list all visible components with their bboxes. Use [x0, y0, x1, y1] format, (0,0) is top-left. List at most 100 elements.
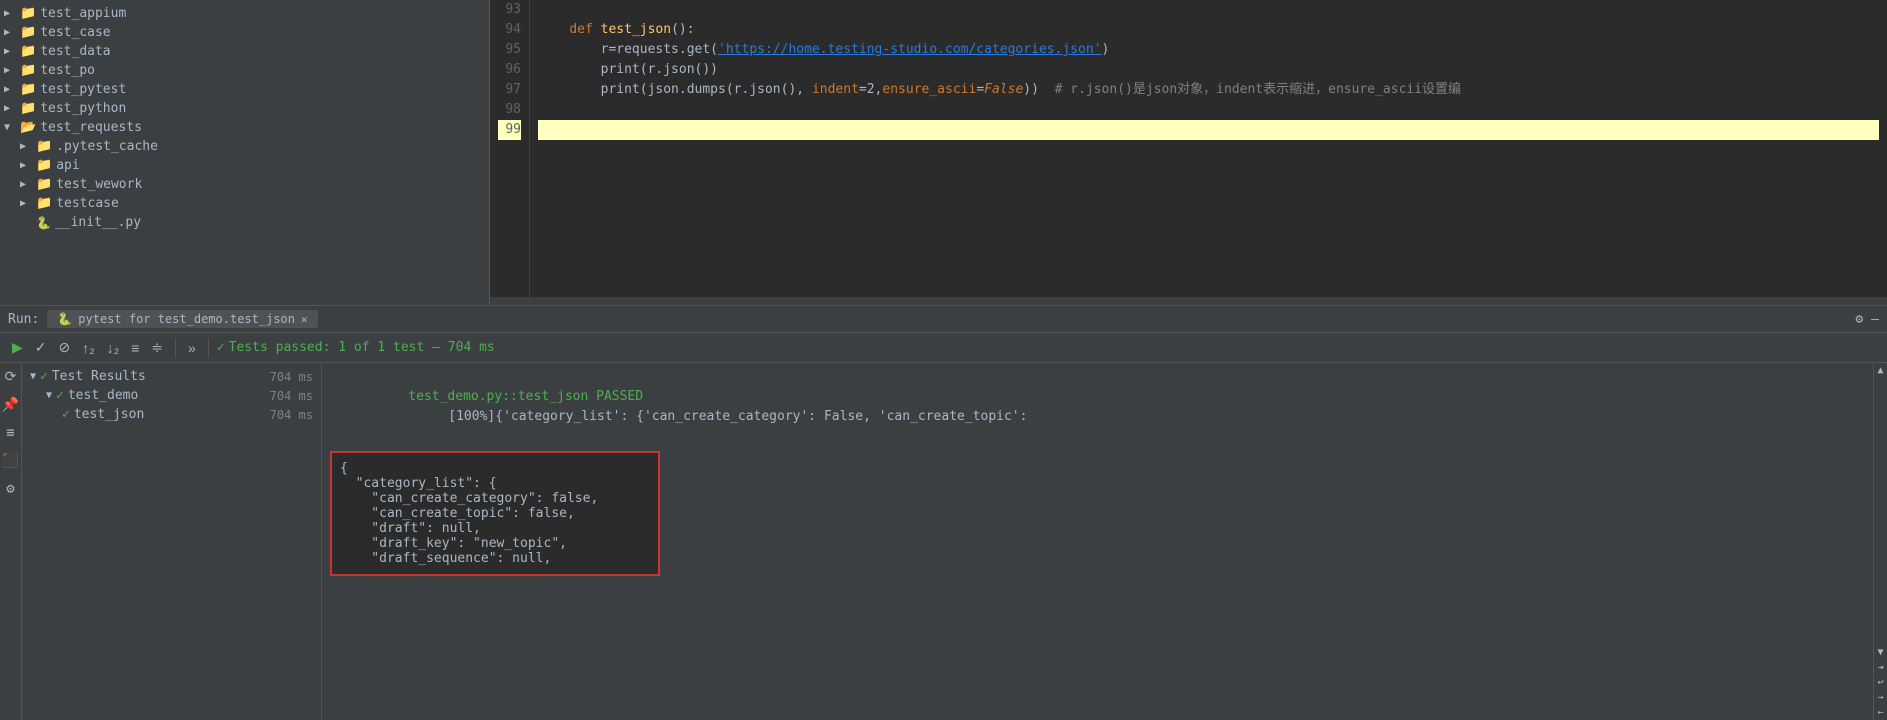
- sidebar-item-test-pytest[interactable]: ▶ 📁 test_pytest: [0, 80, 489, 99]
- filter2-icon: ≑: [151, 339, 163, 356]
- code-content[interactable]: def test_json(): r=requests.get('https:/…: [530, 0, 1887, 297]
- sidebar-item-label: test_wework: [56, 177, 142, 192]
- pytest-tab-icon: 🐍: [57, 312, 72, 326]
- output-area[interactable]: test_demo.py::test_json PASSED [100%]{'c…: [322, 363, 1873, 720]
- line-numbers: 93 94 95 96 97 98 99: [490, 0, 530, 297]
- expand-icon: ▼: [46, 390, 52, 401]
- folder-icon: 📁: [36, 158, 52, 173]
- url-link[interactable]: 'https://home.testing-studio.com/categor…: [718, 42, 1102, 57]
- expand-arrow: ▶: [4, 46, 20, 57]
- sort-asc-button[interactable]: ↑₂: [78, 338, 98, 358]
- scroll-left-button[interactable]: ↩: [1875, 675, 1885, 690]
- sidebar-item-api[interactable]: ▶ 📁 api: [0, 156, 489, 175]
- more-icon: »: [188, 340, 196, 356]
- sidebar-item-test-wework[interactable]: ▶ 📁 test_wework: [0, 175, 489, 194]
- sidebar-item-testcase[interactable]: ▶ 📁 testcase: [0, 194, 489, 213]
- run-tab[interactable]: 🐍 pytest for test_demo.test_json ✕: [47, 310, 317, 328]
- settings-icon[interactable]: ⚙: [4, 479, 16, 499]
- sidebar-item-test-po[interactable]: ▶ 📁 test_po: [0, 61, 489, 80]
- json-preview: [100%]{'category_list': {'can_create_cat…: [448, 409, 1027, 424]
- sidebar-item-label: test_po: [40, 63, 95, 78]
- code-line-97: print(json.dumps(r.json(), indent=2,ensu…: [538, 80, 1879, 100]
- result-root-time: 704 ms: [270, 370, 313, 384]
- sidebar-item-label: __init__.py: [55, 215, 141, 230]
- run-header: Run: 🐍 pytest for test_demo.test_json ✕ …: [0, 306, 1887, 333]
- expand-arrow: ▶: [20, 198, 36, 209]
- play-button[interactable]: ▶: [8, 337, 27, 358]
- result-test-demo[interactable]: ▼ ✓ test_demo 704 ms: [22, 386, 321, 405]
- scroll-up-button[interactable]: ▲: [1875, 363, 1885, 378]
- scroll-right-button[interactable]: ⇥: [1875, 660, 1885, 675]
- top-section: ▶ 📁 test_appium ▶ 📁 test_case ▶ 📁 test_d…: [0, 0, 1887, 305]
- filter-icon2[interactable]: ≡: [4, 423, 16, 443]
- history-icon[interactable]: ⟳: [3, 367, 19, 387]
- results-tree: ▼ ✓ Test Results 704 ms ▼ ✓ test_demo 70…: [22, 363, 322, 720]
- status-text: ✓ Tests passed: 1 of 1 test – 704 ms: [217, 340, 495, 355]
- sidebar-item-pytest-cache[interactable]: ▶ 📁 .pytest_cache: [0, 137, 489, 156]
- line-num-96: 96: [498, 60, 521, 80]
- sidebar-item-label: test_requests: [40, 120, 142, 135]
- comment: # r.json()是json对象，indent表示缩进，ensure_asci…: [1055, 82, 1461, 97]
- toolbar-separator2: [208, 338, 209, 358]
- filter-button[interactable]: ≡: [127, 338, 143, 358]
- sidebar-item-label: testcase: [56, 196, 119, 211]
- sidebar-item-label: test_pytest: [40, 82, 126, 97]
- sidebar-item-test-case[interactable]: ▶ 📁 test_case: [0, 23, 489, 42]
- stop-button[interactable]: ⊘: [55, 337, 75, 358]
- horizontal-scrollbar[interactable]: [490, 297, 1887, 305]
- folder-icon: 📁: [20, 63, 36, 78]
- code-line-93: [538, 0, 1879, 20]
- minimize-icon[interactable]: —: [1871, 312, 1879, 327]
- result-child2-time: 704 ms: [270, 408, 313, 422]
- scroll-down-button[interactable]: ▼: [1875, 645, 1885, 660]
- sidebar-item-label: test_appium: [40, 6, 126, 21]
- folder-icon: 📁: [20, 25, 36, 40]
- result-root-label: Test Results: [52, 369, 146, 384]
- result-child1-label: test_demo: [68, 388, 138, 403]
- sidebar-item-test-appium[interactable]: ▶ 📁 test_appium: [0, 4, 489, 23]
- code-line-96: print(r.json()): [538, 60, 1879, 80]
- code-editor: 93 94 95 96 97 98 99 def test_json(): r=…: [490, 0, 1887, 297]
- filter-icon: ≡: [131, 340, 139, 356]
- result-test-json[interactable]: ✓ test_json 704 ms: [22, 405, 321, 424]
- sidebar-item-test-data[interactable]: ▶ 📁 test_data: [0, 42, 489, 61]
- result-child1-time: 704 ms: [270, 389, 313, 403]
- sidebar-item-label: .pytest_cache: [56, 139, 158, 154]
- expand-arrow: ▶: [4, 8, 20, 19]
- pass-check-icon: ✓: [62, 407, 70, 422]
- play-icon: ▶: [12, 339, 23, 356]
- result-root[interactable]: ▼ ✓ Test Results 704 ms: [22, 367, 321, 386]
- passed-text: test_demo.py::test_json PASSED: [408, 389, 643, 404]
- func-name: test_json: [601, 22, 671, 37]
- folder-open-icon: 📂: [20, 120, 36, 135]
- json-output-box: { "category_list": { "can_create_categor…: [330, 451, 660, 576]
- folder-icon: 📁: [20, 44, 36, 59]
- console-icon[interactable]: ⬛: [0, 451, 21, 471]
- right-scrollbar[interactable]: ▲ ▼ ⇥ ↩ → ←: [1873, 363, 1887, 720]
- main-container: ▶ 📁 test_appium ▶ 📁 test_case ▶ 📁 test_d…: [0, 0, 1887, 720]
- scroll-right2-button[interactable]: →: [1875, 690, 1885, 705]
- filter2-button[interactable]: ≑: [147, 337, 167, 358]
- sort-asc-icon: ↑₂: [82, 340, 94, 356]
- sidebar-item-init-py[interactable]: ▶ 🐍 __init__.py: [0, 213, 489, 232]
- expand-arrow: ▶: [20, 160, 36, 171]
- pin-icon[interactable]: 📌: [0, 395, 21, 415]
- more-button[interactable]: »: [184, 338, 200, 358]
- stop-icon: ⊘: [59, 339, 71, 356]
- sidebar-item-test-requests[interactable]: ▼ 📂 test_requests: [0, 118, 489, 137]
- pass-check-icon: ✓: [56, 388, 64, 403]
- sort-desc-button[interactable]: ↓₂: [103, 338, 123, 358]
- close-tab-button[interactable]: ✕: [301, 313, 308, 326]
- file-tree-sidebar: ▶ 📁 test_appium ▶ 📁 test_case ▶ 📁 test_d…: [0, 0, 490, 305]
- gear-icon[interactable]: ⚙: [1855, 312, 1863, 327]
- check-all-button[interactable]: ✓: [31, 337, 51, 358]
- run-label: Run:: [8, 312, 39, 327]
- sidebar-item-label: test_python: [40, 101, 126, 116]
- code-line-94: def test_json():: [538, 20, 1879, 40]
- scroll-left2-button[interactable]: ←: [1875, 705, 1885, 720]
- expand-arrow: ▶: [20, 141, 36, 152]
- line-num-97: 97: [498, 80, 521, 100]
- sidebar-item-test-python[interactable]: ▶ 📁 test_python: [0, 99, 489, 118]
- expand-arrow: ▼: [4, 122, 20, 133]
- expand-arrow: ▶: [20, 179, 36, 190]
